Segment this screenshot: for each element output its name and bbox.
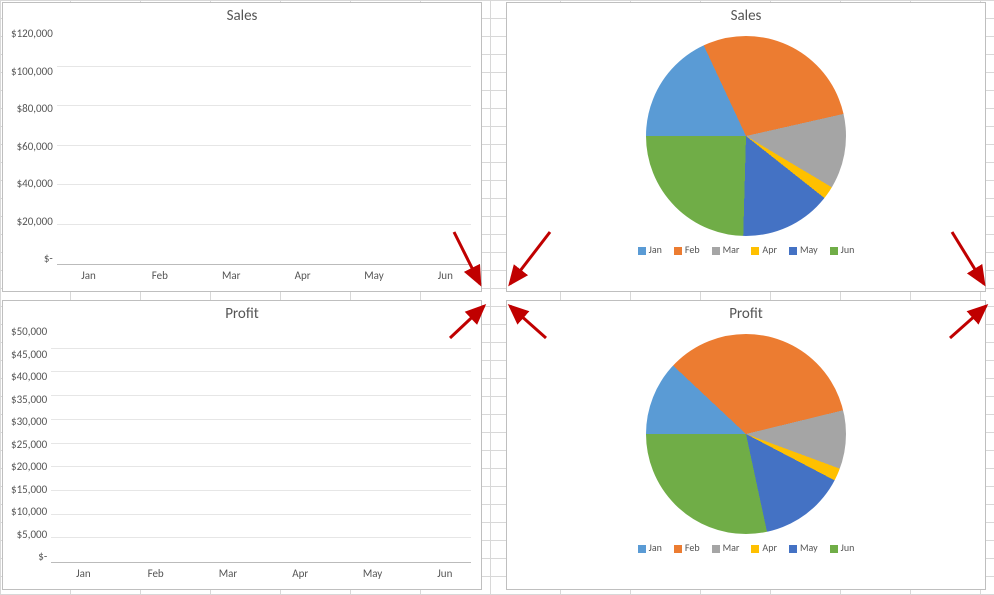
legend-item: Jun xyxy=(830,541,855,554)
legend: Jan Feb Mar Apr May Jun xyxy=(507,237,985,262)
chart-title: Sales xyxy=(507,3,985,27)
legend-item: Jan xyxy=(638,541,662,554)
x-tick-label: May xyxy=(336,563,408,580)
x-tick-label: Feb xyxy=(120,563,192,580)
x-tick-label: Jan xyxy=(53,265,124,282)
legend: Jan Feb Mar Apr May Jun xyxy=(507,535,985,560)
x-tick-label: Jan xyxy=(47,563,119,580)
legend-item: Mar xyxy=(712,243,740,256)
plot-area xyxy=(51,325,471,563)
legend-item: May xyxy=(789,243,818,256)
spreadsheet-area[interactable]: Sales $120,000$100,000$80,000$60,000$40,… xyxy=(0,0,994,595)
x-tick-label: Jun xyxy=(409,563,481,580)
x-tick-label: Apr xyxy=(267,265,338,282)
legend-item: Apr xyxy=(751,243,777,256)
legend-item: Mar xyxy=(712,541,740,554)
legend-item: Feb xyxy=(674,243,700,256)
legend-item: Feb xyxy=(674,541,700,554)
x-tick-label: Apr xyxy=(264,563,336,580)
y-axis-labels: $120,000$100,000$80,000$60,000$40,000$20… xyxy=(7,27,57,265)
x-tick-label: Feb xyxy=(124,265,195,282)
x-axis-labels: JanFebMarAprMayJun xyxy=(47,563,481,580)
x-tick-label: Mar xyxy=(196,265,267,282)
profit-bar-chart[interactable]: Profit $50,000$45,000$40,000$35,000$30,0… xyxy=(2,300,482,590)
x-tick-label: Jun xyxy=(410,265,481,282)
chart-title: Profit xyxy=(507,301,985,325)
legend-item: May xyxy=(789,541,818,554)
legend-item: Jan xyxy=(638,243,662,256)
x-tick-label: May xyxy=(338,265,409,282)
plot-area xyxy=(57,27,471,265)
legend-item: Apr xyxy=(751,541,777,554)
sales-pie-chart[interactable]: Sales Jan Feb Mar Apr May Jun xyxy=(506,2,986,292)
x-tick-label: Mar xyxy=(192,563,264,580)
y-axis-labels: $50,000$45,000$40,000$35,000$30,000$25,0… xyxy=(7,325,51,563)
sales-bar-chart[interactable]: Sales $120,000$100,000$80,000$60,000$40,… xyxy=(2,2,482,292)
profit-pie-chart[interactable]: Profit Jan Feb Mar Apr May Jun xyxy=(506,300,986,590)
legend-item: Jun xyxy=(830,243,855,256)
x-axis-labels: JanFebMarAprMayJun xyxy=(53,265,481,282)
chart-title: Sales xyxy=(3,3,481,27)
pie-plot xyxy=(645,35,847,237)
pie-plot xyxy=(645,333,847,535)
chart-title: Profit xyxy=(3,301,481,325)
